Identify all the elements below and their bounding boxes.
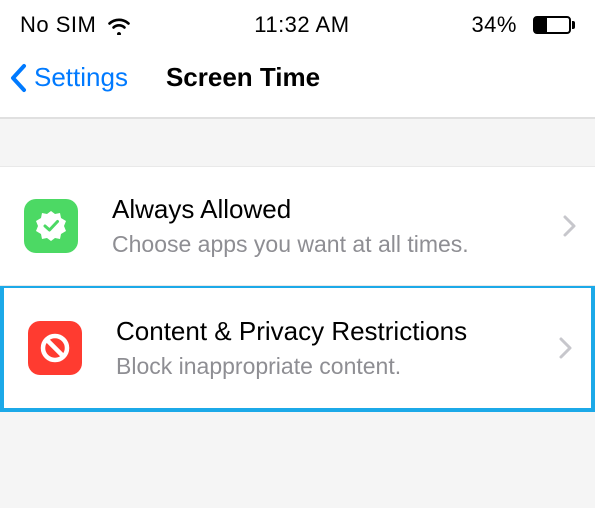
chevron-right-icon [549, 336, 581, 360]
highlight-content-privacy: Content & Privacy Restrictions Block ina… [0, 285, 595, 412]
sim-status: No SIM [20, 12, 96, 38]
status-bar-right: 34% [471, 12, 575, 38]
battery-fill [535, 18, 547, 32]
row-always-allowed[interactable]: Always Allowed Choose apps you want at a… [0, 166, 595, 286]
battery-icon [527, 16, 575, 34]
battery-percent: 34% [471, 12, 517, 38]
navigation-bar: Settings Screen Time [0, 46, 595, 119]
back-button[interactable]: Settings [8, 62, 128, 93]
always-allowed-seal-icon [24, 199, 78, 253]
status-bar-left: No SIM [20, 12, 132, 38]
back-button-label: Settings [34, 62, 128, 93]
row-subtitle: Block inappropriate content. [116, 352, 549, 381]
wifi-icon [106, 15, 132, 35]
row-content-privacy[interactable]: Content & Privacy Restrictions Block ina… [4, 288, 591, 408]
row-title: Always Allowed [112, 193, 553, 226]
settings-list: Always Allowed Choose apps you want at a… [0, 166, 595, 412]
row-title: Content & Privacy Restrictions [116, 315, 549, 348]
content-privacy-restriction-icon [28, 321, 82, 375]
status-time: 11:32 AM [254, 12, 349, 38]
status-bar: No SIM 11:32 AM 34% [0, 0, 595, 46]
page-title: Screen Time [166, 62, 320, 93]
chevron-right-icon [553, 214, 585, 238]
row-subtitle: Choose apps you want at all times. [112, 230, 553, 259]
chevron-left-icon [8, 63, 30, 93]
